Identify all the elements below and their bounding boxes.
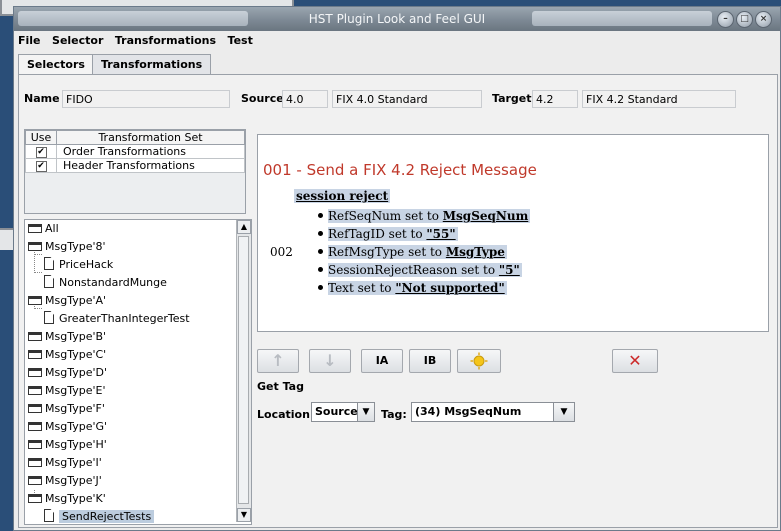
tag-label: Tag: [381, 408, 407, 421]
document-icon [44, 509, 54, 522]
document-icon [44, 257, 54, 270]
menu-file[interactable]: File [14, 31, 45, 47]
use-checkbox[interactable]: ✔ [35, 146, 47, 158]
use-checkbox[interactable]: ✔ [35, 160, 47, 172]
source-label: Source [241, 92, 284, 105]
menu-selector[interactable]: Selector [48, 31, 107, 47]
test-heading: 001 - Send a FIX 4.2 Reject Message [263, 161, 537, 179]
chevron-down-icon[interactable]: ▼ [357, 403, 374, 421]
tree-scrollbar[interactable]: ▲ ▼ [236, 220, 251, 522]
document-icon [44, 311, 54, 324]
table-row[interactable]: ✔ Header Transformations [25, 158, 245, 173]
tab-transformations[interactable]: Transformations [92, 54, 212, 74]
tree-item-folder[interactable]: MsgType'F' [28, 400, 105, 417]
tree-item-test[interactable]: PriceHack [44, 256, 113, 273]
table-row[interactable]: ✔ Order Transformations [25, 144, 245, 159]
source-description-field: FIX 4.0 Standard [332, 90, 482, 108]
column-transformation-set[interactable]: Transformation Set [56, 130, 245, 145]
sun-icon [470, 352, 488, 370]
folder-icon [28, 332, 42, 341]
tree-item-selected[interactable]: SendRejectTests [44, 508, 155, 524]
tree-item-folder[interactable]: MsgType'E' [28, 382, 105, 399]
minimize-icon[interactable]: – [717, 11, 734, 28]
list-item[interactable]: RefMsgType set to MsgType [318, 243, 530, 261]
folder-icon [28, 422, 42, 431]
scroll-down-icon[interactable]: ▼ [237, 508, 251, 522]
tree-item-folder[interactable]: MsgType'K' [28, 490, 106, 507]
move-up-button[interactable]: ↑ [257, 349, 299, 373]
chevron-down-icon[interactable]: ▼ [553, 403, 574, 421]
folder-icon [28, 368, 42, 377]
arrow-up-icon: ↑ [271, 351, 285, 370]
delete-button[interactable]: ✕ [612, 349, 658, 373]
tree-item-folder[interactable]: MsgType'D' [28, 364, 107, 381]
list-item[interactable]: SessionRejectReason set to "5" [318, 261, 530, 279]
selectors-panel: Name FIDO Source 4.0 FIX 4.0 Standard Ta… [18, 74, 778, 528]
test-detail-view: 001 - Send a FIX 4.2 Reject Message sess… [257, 134, 769, 332]
transformation-set-name: Header Transformations [56, 158, 245, 173]
folder-icon [28, 224, 42, 233]
location-label: Location: [257, 408, 315, 421]
maximize-icon[interactable]: □ [736, 11, 753, 28]
folder-icon [28, 404, 42, 413]
close-icon[interactable]: × [755, 11, 772, 28]
tree-item-folder[interactable]: MsgType'A' [28, 292, 106, 309]
insert-above-button[interactable]: IA [361, 349, 403, 373]
tree-item-folder[interactable]: MsgType'C' [28, 346, 106, 363]
document-icon [44, 275, 54, 288]
delete-icon: ✕ [628, 351, 642, 370]
location-select[interactable]: Source ▼ [311, 402, 375, 422]
scroll-thumb[interactable] [238, 236, 249, 504]
tab-selectors[interactable]: Selectors [18, 54, 94, 75]
list-item[interactable]: RefTagID set to "55" [318, 225, 530, 243]
move-down-button[interactable]: ↓ [309, 349, 351, 373]
tree-item-test[interactable]: GreaterThanIntegerTest [44, 310, 190, 327]
target-description-field: FIX 4.2 Standard [582, 90, 736, 108]
tree-item-folder[interactable]: MsgType'B' [28, 328, 106, 345]
list-item[interactable]: RefSeqNum set to MsgSeqNum [318, 207, 531, 225]
column-use[interactable]: Use [25, 130, 57, 145]
tree-item-test[interactable]: NonstandardMunge [44, 274, 167, 291]
folder-icon [28, 476, 42, 485]
folder-icon [28, 386, 42, 395]
folder-icon [28, 350, 42, 359]
tree-item-folder[interactable]: MsgType'H' [28, 436, 107, 453]
transformation-set-name: Order Transformations [56, 144, 245, 159]
folder-icon [28, 458, 42, 467]
target-version-field[interactable]: 4.2 [532, 90, 578, 108]
target-label: Target [492, 92, 532, 105]
transformation-set-table: Use Transformation Set ✔ Order Transform… [24, 129, 246, 214]
insert-below-button[interactable]: IB [409, 349, 451, 373]
tag-select[interactable]: (34) MsgSeqNum ▼ [411, 402, 575, 422]
new-action-button[interactable] [457, 349, 501, 373]
menu-test[interactable]: Test [224, 31, 257, 47]
menu-transformations[interactable]: Transformations [111, 31, 220, 47]
folder-icon [28, 440, 42, 449]
title-bar[interactable]: HST Plugin Look and Feel GUI – □ × [14, 7, 780, 31]
test-tree: All MsgType'8' PriceHack NonstandardMung… [24, 219, 252, 525]
tree-item-folder[interactable]: MsgType'J' [28, 472, 102, 489]
tree-item-folder[interactable]: MsgType'G' [28, 418, 107, 435]
get-tag-heading: Get Tag [257, 380, 304, 393]
tree-item-folder[interactable]: MsgType'I' [28, 454, 102, 471]
arrow-down-icon: ↓ [323, 351, 337, 370]
tree-item-folder[interactable]: MsgType'8' [28, 238, 106, 255]
main-window: HST Plugin Look and Feel GUI – □ × File … [13, 6, 781, 531]
scroll-up-icon[interactable]: ▲ [237, 220, 251, 234]
window-title: HST Plugin Look and Feel GUI [308, 12, 486, 26]
folder-icon [28, 242, 42, 251]
action-list: RefSeqNum set to MsgSeqNum RefTagID set … [318, 207, 531, 297]
step-number: 002 [270, 245, 293, 259]
tree-item-all[interactable]: All [28, 220, 59, 237]
source-version-field[interactable]: 4.0 [282, 90, 328, 108]
folder-icon [28, 494, 42, 503]
folder-icon [28, 296, 42, 305]
list-item[interactable]: Text set to "Not supported" [318, 279, 530, 297]
name-label: Name [24, 92, 60, 105]
menu-bar: File Selector Transformations Test [14, 31, 780, 51]
name-field[interactable]: FIDO [62, 90, 230, 108]
session-reject-link[interactable]: session reject [294, 189, 391, 203]
